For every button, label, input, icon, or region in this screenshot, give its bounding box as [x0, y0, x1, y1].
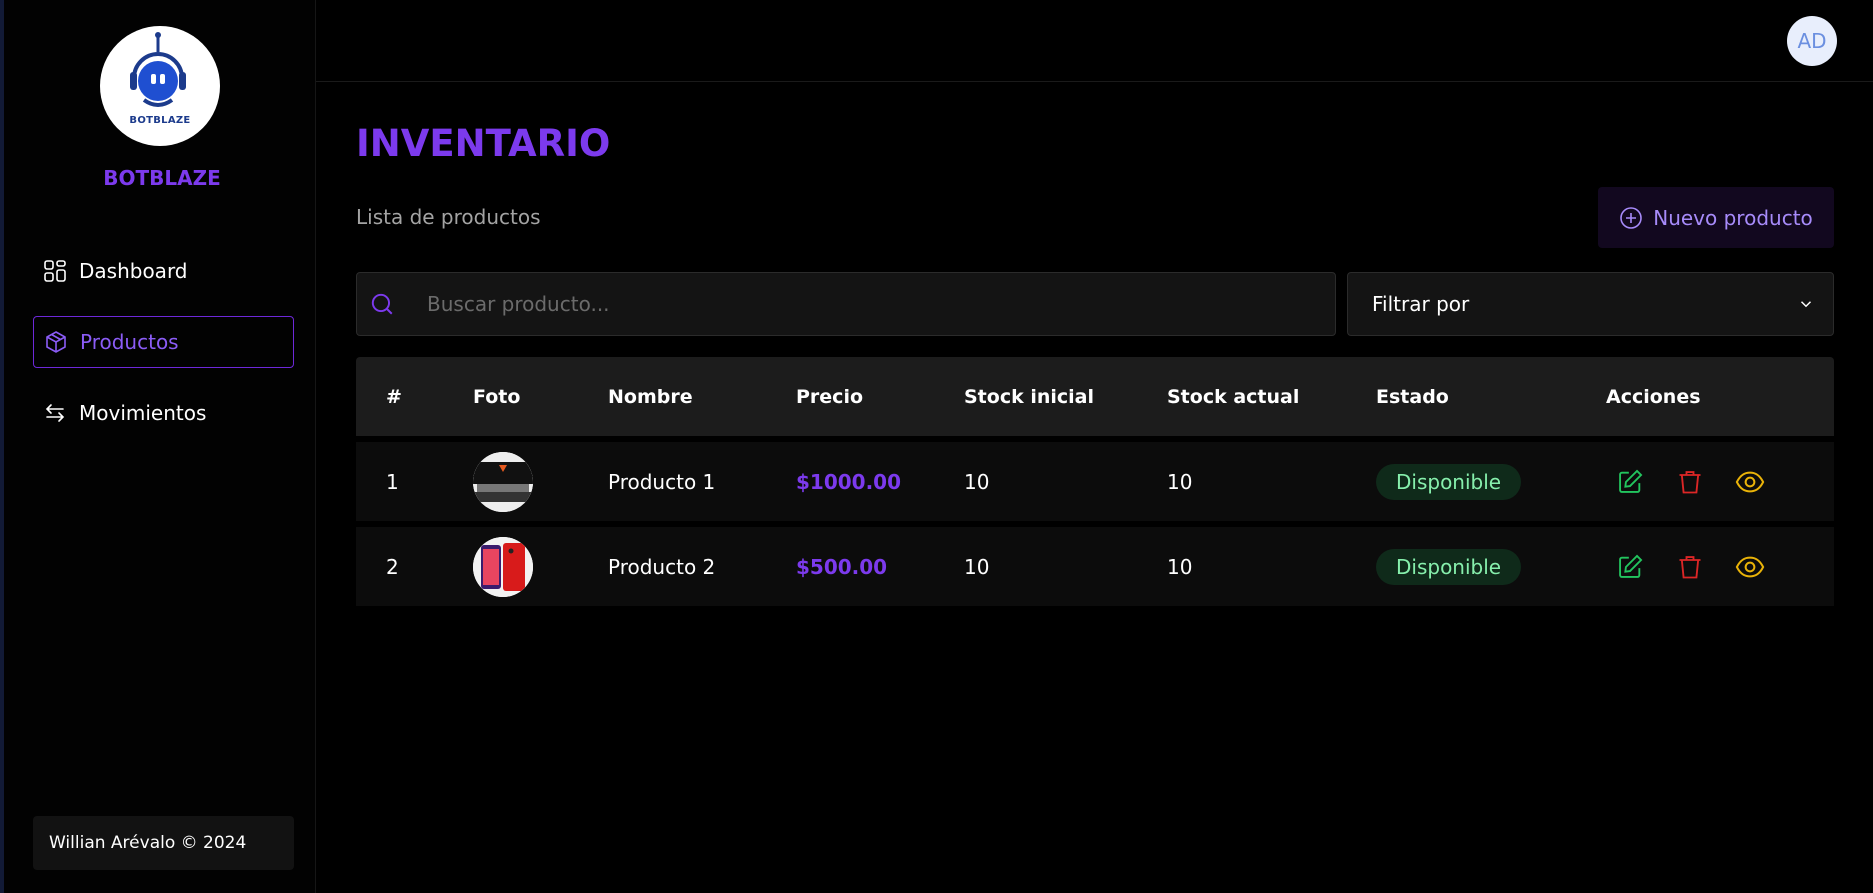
delete-button[interactable]	[1673, 465, 1707, 499]
sidebar-item-productos[interactable]: Productos	[33, 316, 294, 368]
chevron-down-icon	[1800, 301, 1812, 308]
product-thumbnail	[473, 536, 533, 597]
table-row: 1 Producto 1 $1000.00 10 10 Disponible	[356, 442, 1834, 521]
sidebar-item-dashboard[interactable]: Dashboard	[33, 245, 294, 297]
col-header-precio: Precio	[796, 385, 864, 408]
trash-icon	[1679, 470, 1701, 493]
page-subtitle: Lista de productos	[356, 205, 541, 229]
search-box	[356, 272, 1336, 336]
box-icon	[44, 330, 68, 354]
plus-circle-icon	[1620, 206, 1643, 229]
sidebar-item-label: Productos	[80, 330, 179, 354]
col-header-foto: Foto	[473, 385, 521, 408]
table-header: # Foto Nombre Precio Stock inicial Stock…	[356, 357, 1834, 436]
trash-icon	[1679, 555, 1701, 578]
eye-icon	[1735, 471, 1765, 492]
logo: BOTBLAZE	[100, 26, 220, 146]
search-icon	[371, 293, 393, 315]
row-photo	[473, 442, 533, 521]
app-root: BOTBLAZE BOTBLAZE Dashboard Productos Mo…	[0, 0, 1873, 893]
avatar[interactable]: AD	[1787, 16, 1837, 66]
robot-logo-icon	[130, 32, 186, 107]
edit-icon	[1619, 554, 1643, 578]
row-price: $1000.00	[796, 469, 902, 494]
row-index: 2	[386, 554, 399, 579]
swap-icon	[43, 401, 67, 425]
delete-button[interactable]	[1673, 550, 1707, 584]
sidebar-item-label: Movimientos	[79, 401, 207, 425]
col-header-estado: Estado	[1376, 385, 1449, 408]
page-title: INVENTARIO	[356, 122, 611, 165]
brand-name: BOTBLAZE	[103, 166, 221, 190]
row-stock-initial: 10	[964, 554, 990, 579]
edit-button[interactable]	[1613, 465, 1647, 499]
row-name: Producto 2	[608, 554, 716, 579]
search-input[interactable]	[427, 273, 1317, 335]
status-badge: Disponible	[1376, 548, 1522, 585]
sidebar-item-movimientos[interactable]: Movimientos	[33, 387, 294, 439]
edit-icon	[1619, 469, 1643, 493]
new-product-label: Nuevo producto	[1653, 205, 1813, 230]
row-price: $500.00	[796, 554, 888, 579]
col-header-nombre: Nombre	[608, 385, 693, 408]
eye-icon	[1735, 556, 1765, 577]
row-actions	[1613, 442, 1793, 521]
row-stock-current: 10	[1167, 469, 1193, 494]
sidebar-footer: Willian Arévalo © 2024	[33, 816, 294, 870]
table-row: 2 Producto 2 $500.00 10 10 Disponible	[356, 527, 1834, 606]
view-button[interactable]	[1733, 465, 1767, 499]
logo-text: BOTBLAZE	[129, 115, 191, 126]
edit-button[interactable]	[1613, 550, 1647, 584]
row-stock-initial: 10	[964, 469, 990, 494]
row-stock-current: 10	[1167, 554, 1193, 579]
topbar: AD	[316, 0, 1873, 82]
row-status: Disponible	[1376, 442, 1522, 521]
filter-label: Filtrar por	[1372, 292, 1470, 316]
row-name: Producto 1	[608, 469, 716, 494]
sidebar-item-label: Dashboard	[79, 259, 188, 283]
product-thumbnail	[473, 451, 533, 512]
col-header-stock-actual: Stock actual	[1167, 385, 1300, 408]
row-actions	[1613, 527, 1793, 606]
filter-select[interactable]: Filtrar por	[1347, 272, 1834, 336]
grid-icon	[43, 259, 67, 283]
status-badge: Disponible	[1376, 463, 1522, 500]
col-header-acciones: Acciones	[1606, 385, 1701, 408]
new-product-button[interactable]: Nuevo producto	[1598, 187, 1834, 248]
row-index: 1	[386, 469, 399, 494]
col-header-stock-inicial: Stock inicial	[964, 385, 1094, 408]
col-header-index: #	[386, 385, 402, 408]
sidebar: BOTBLAZE BOTBLAZE Dashboard Productos Mo…	[0, 0, 316, 893]
view-button[interactable]	[1733, 550, 1767, 584]
row-status: Disponible	[1376, 527, 1522, 606]
row-photo	[473, 527, 533, 606]
